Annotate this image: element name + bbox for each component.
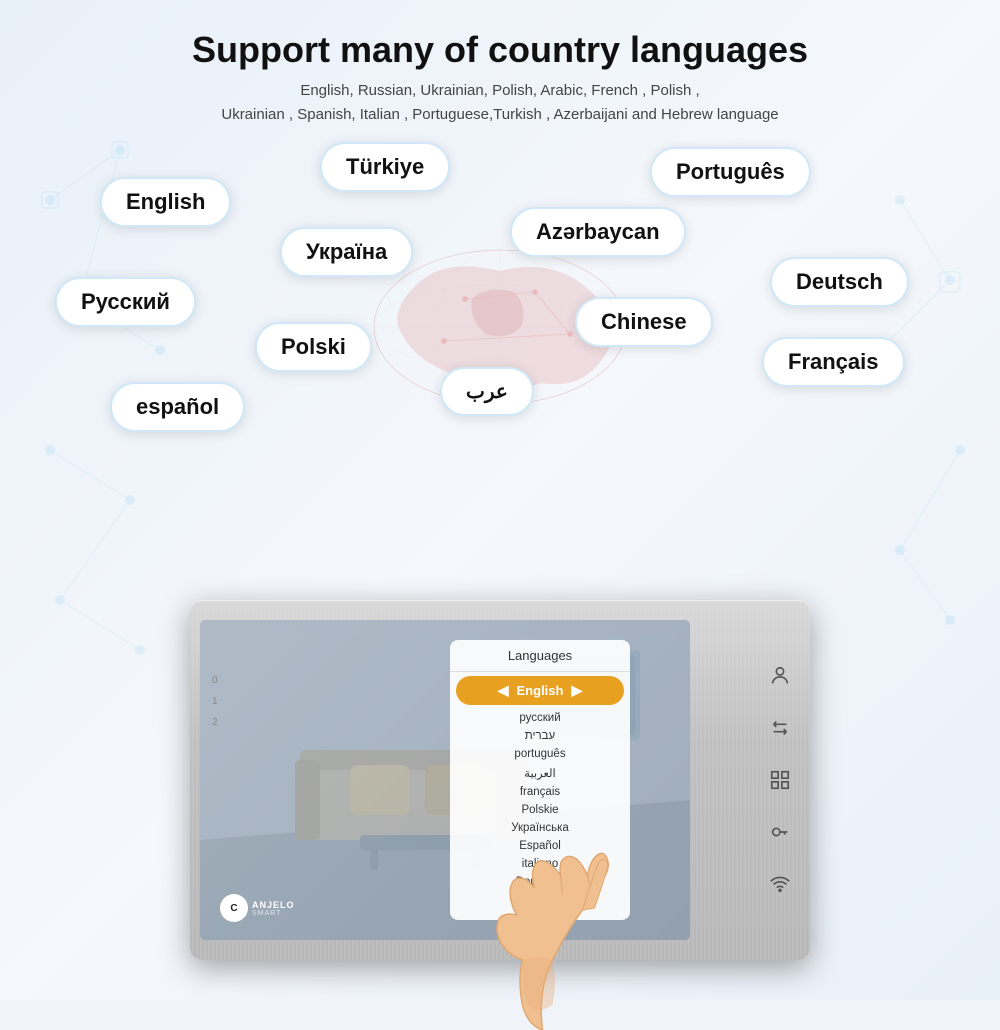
person-icon[interactable]: [764, 660, 796, 692]
switch-icon[interactable]: [764, 712, 796, 744]
lang-item-5: français: [450, 783, 630, 801]
screen-numbers: 0 1 2: [212, 675, 218, 728]
arrow-right: ▶: [571, 682, 582, 699]
key-icon[interactable]: [764, 816, 796, 848]
selected-lang-text: English: [517, 683, 564, 698]
brand-text: ANJELO SMART: [252, 900, 295, 917]
selected-language: ◀ English ▶: [456, 676, 624, 705]
bubble-espanol: español: [110, 382, 245, 432]
side-icons-panel: [750, 640, 810, 920]
device-section: 0 1 2 Languages ◀ English ▶ русский: [0, 540, 1000, 1000]
lang-item-3: português: [450, 745, 630, 763]
grid-icon[interactable]: [764, 764, 796, 796]
header-section: Support many of country languages Englis…: [0, 0, 1000, 137]
subtitle: English, Russian, Ukrainian, Polish, Ara…: [60, 79, 940, 127]
bubble-chinese: Chinese: [575, 297, 713, 347]
bubble-francais: Français: [762, 337, 905, 387]
hand-image: [463, 810, 713, 1030]
bubble-russky: Русский: [55, 277, 196, 327]
brand-logo: C ANJELO SMART: [220, 894, 295, 922]
page-title: Support many of country languages: [60, 28, 940, 71]
bubble-turkiye: Türkiye: [320, 142, 450, 192]
lang-menu-title: Languages: [450, 640, 630, 672]
lang-item-2: עברית: [450, 727, 630, 745]
bubble-portugues: Português: [650, 147, 811, 197]
bubble-arabic: عرب: [440, 367, 534, 416]
bubble-ukraina: Україна: [280, 227, 413, 277]
bubble-azerbaycan: Azərbaycan: [510, 207, 686, 257]
wifi-icon[interactable]: [764, 868, 796, 900]
brand-icon: C: [220, 894, 248, 922]
brand-name: ANJELO: [252, 900, 295, 910]
device-wrapper: 0 1 2 Languages ◀ English ▶ русский: [130, 600, 870, 1000]
bubbles-area: English Türkiye Português Україна Azərba…: [0, 137, 1000, 517]
page-content: Support many of country languages Englis…: [0, 0, 1000, 1000]
lang-item-4: العربية: [450, 763, 630, 783]
brand-sub: SMART: [252, 910, 295, 917]
bubble-deutsch: Deutsch: [770, 257, 909, 307]
arrow-left: ◀: [498, 682, 509, 699]
bubble-polski: Polski: [255, 322, 372, 372]
bubble-english: English: [100, 177, 231, 227]
lang-item-1: русский: [450, 709, 630, 727]
